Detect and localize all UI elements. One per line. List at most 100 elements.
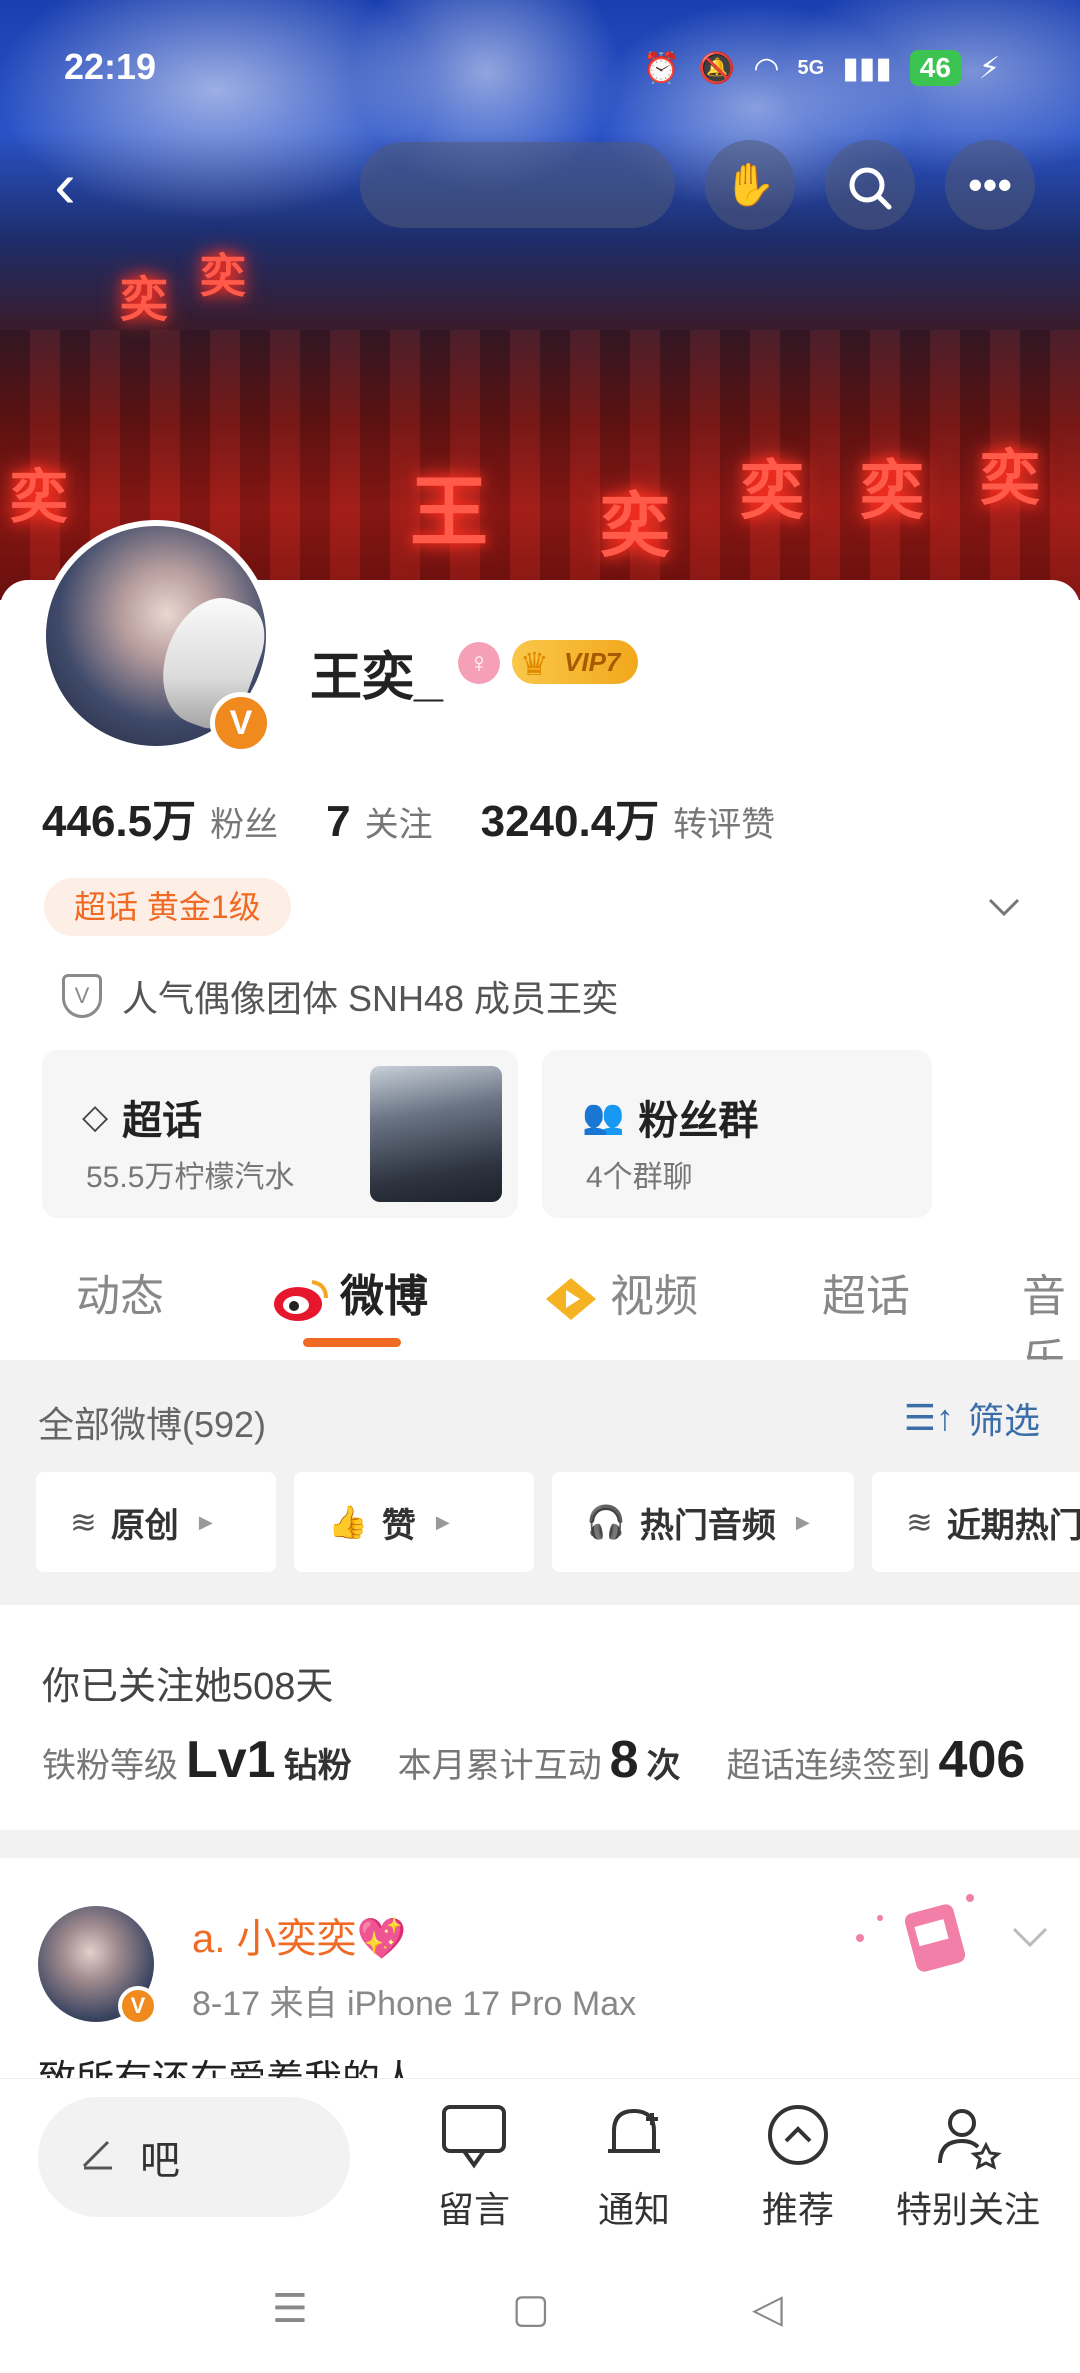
fan-group-card[interactable]: 👥 粉丝群 4个群聊: [542, 1050, 932, 1218]
thumb-up-icon: 👍: [328, 1504, 368, 1540]
tab-super-topic[interactable]: 超话: [822, 1260, 910, 1324]
followers-label[interactable]: 粉丝: [210, 797, 278, 846]
charging-icon: ⚡: [978, 51, 1000, 85]
special-follow-button[interactable]: 特别关注: [878, 2099, 1058, 2233]
follow-info: 你已关注她508天 铁粉等级 Lv1 钻粉 本月累计互动 8 次 超话连续签到 …: [0, 1605, 1080, 1830]
notify-button[interactable]: 通知: [554, 2099, 714, 2233]
top-nav: ‹ ✋ •••: [0, 140, 1080, 230]
fan-group-title: 粉丝群: [638, 1099, 759, 1143]
tab-weibo[interactable]: 微博: [272, 1260, 428, 1324]
pencil-icon: [78, 2132, 118, 2182]
tab-video[interactable]: 视频: [542, 1260, 698, 1324]
fan-level-label: 铁粉等级: [42, 1747, 178, 1785]
banner-glyph: 奕: [980, 444, 1040, 514]
divider: [0, 1830, 1080, 1858]
verified-badge-icon: V: [210, 692, 272, 754]
banner-glyph: 奕: [600, 484, 670, 567]
reposts-label[interactable]: 转评赞: [673, 797, 775, 846]
profile-tabs: 动态 微博 视频 超话 音乐: [0, 1260, 1080, 1385]
vip-badge[interactable]: ♛ VIP7: [512, 640, 639, 684]
interaction-value: 8: [609, 1731, 639, 1789]
battery-level: 46: [909, 50, 961, 86]
filter-button[interactable]: ☰↑ 筛选: [904, 1392, 1040, 1444]
reposts-count[interactable]: 3240.4万: [481, 785, 660, 849]
mute-icon: 🔕: [698, 51, 736, 85]
video-icon: [546, 1278, 596, 1321]
banner-glyph: 奕: [120, 272, 169, 328]
super-topic-title: 超话: [122, 1099, 203, 1143]
post-card[interactable]: V a. 小奕奕💖 8-17 来自 iPhone 17 Pro Max 致所有还…: [0, 1858, 1080, 2078]
verified-badge-icon: V: [118, 1986, 158, 2026]
description-text: 人气偶像团体 SNH48 成员王奕: [122, 978, 619, 1019]
follow-days: 你已关注她508天: [42, 1666, 334, 1708]
network-label: 5G: [797, 56, 825, 79]
user-star-icon: [938, 2109, 1002, 2170]
system-nav-bar: ☰ ▢ ◁: [0, 2258, 1080, 2373]
banner-glyph: 奕: [10, 463, 69, 531]
layers-icon: ≋: [70, 1504, 97, 1540]
diamond-icon: ◇: [82, 1098, 109, 1136]
status-time: 22:19: [64, 46, 157, 87]
chip-original[interactable]: ≋ 原创 ▶: [36, 1472, 276, 1572]
super-topic-level-tag[interactable]: 超话 黄金1级: [44, 878, 291, 936]
shield-icon: V: [62, 974, 102, 1018]
layers-icon: ≋: [906, 1504, 933, 1540]
bell-icon: [608, 2108, 660, 2153]
signal-icon: ▮▮▮: [842, 51, 892, 85]
banner-glyph: 奕: [200, 249, 246, 303]
wifi-icon: ◠: [753, 51, 780, 85]
banner-glyph: 奕: [740, 454, 804, 529]
chevron-down-icon[interactable]: [986, 890, 1022, 926]
post-author[interactable]: a. 小奕奕💖: [192, 1906, 406, 1964]
fan-stats-row: 铁粉等级 Lv1 钻粉 本月累计互动 8 次 超话连续签到 406: [42, 1730, 1033, 1790]
tab-dynamic[interactable]: 动态: [76, 1260, 164, 1324]
chip-recent-hot[interactable]: ≋ 近期热门: [872, 1472, 1080, 1572]
hello-gesture-icon[interactable]: ✋: [705, 140, 795, 230]
search-pill[interactable]: [360, 142, 675, 228]
profile-stats: 446.5万 粉丝 7 关注 3240.4万 转评赞: [42, 785, 823, 849]
crown-icon: ♛: [520, 646, 549, 682]
interaction-unit: 次: [646, 1747, 681, 1785]
triangle-right-icon: ▶: [795, 1511, 810, 1532]
post-meta: 8-17 来自 iPhone 17 Pro Max: [192, 1985, 637, 2023]
checkin-label: 超话连续签到: [726, 1747, 931, 1785]
fan-group-sub: 4个群聊: [586, 1161, 693, 1194]
bottom-action-bar: 吧 留言 通知 推荐 特别关注: [0, 2078, 1080, 2258]
following-count[interactable]: 7: [326, 797, 350, 847]
filter-section: 全部微博(592) ☰↑ 筛选 ≋ 原创 ▶ 👍 赞 ▶ 🎧 热门音频 ▶ ≋ 近期热门: [0, 1360, 1080, 1605]
search-icon[interactable]: [825, 140, 915, 230]
chip-likes[interactable]: 👍 赞 ▶: [294, 1472, 534, 1572]
headphones-icon: 🎧: [586, 1504, 626, 1540]
status-icons: ⏰ 🔕 ◠ 5G ▮▮▮ 46 ⚡: [643, 50, 1000, 86]
profile-description: V 人气偶像团体 SNH48 成员王奕: [62, 970, 618, 1022]
message-button[interactable]: 留言: [394, 2099, 554, 2233]
checkin-value: 406: [938, 1731, 1026, 1789]
recommend-button[interactable]: 推荐: [718, 2099, 878, 2233]
interaction-label: 本月累计互动: [397, 1747, 602, 1785]
comment-placeholder: 吧: [140, 2139, 180, 2183]
weibo-icon: [274, 1280, 328, 1322]
back-triangle-icon[interactable]: ◁: [752, 2286, 783, 2332]
alarm-icon: ⏰: [642, 51, 680, 85]
triangle-right-icon: ▶: [198, 1511, 213, 1532]
home-icon[interactable]: ▢: [512, 2286, 550, 2332]
arrow-up-circle-icon: [768, 2105, 828, 2165]
message-icon: [442, 2105, 506, 2169]
banner-glyph: 王: [410, 467, 489, 558]
profile-name: 王奕_: [310, 649, 443, 707]
followers-count[interactable]: 446.5万: [42, 785, 196, 849]
all-weibo-count: 全部微博(592): [38, 1404, 267, 1445]
back-icon[interactable]: ‹: [30, 150, 100, 220]
following-label[interactable]: 关注: [365, 797, 433, 846]
fan-level-unit: 钻粉: [283, 1747, 352, 1785]
banner-glyph: 奕: [860, 454, 924, 529]
super-topic-thumbnail: [370, 1066, 502, 1202]
super-topic-card[interactable]: ◇ 超话 55.5万柠檬汽水: [42, 1050, 518, 1218]
comment-input[interactable]: 吧: [38, 2097, 350, 2217]
post-text: 致所有还在爱着我的人: [38, 2048, 418, 2078]
chevron-down-icon[interactable]: [1010, 1916, 1050, 1961]
super-topic-sub: 55.5万柠檬汽水: [86, 1161, 295, 1194]
chip-hot-audio[interactable]: 🎧 热门音频 ▶: [552, 1472, 854, 1572]
more-icon[interactable]: •••: [945, 140, 1035, 230]
menu-icon[interactable]: ☰: [272, 2286, 308, 2332]
